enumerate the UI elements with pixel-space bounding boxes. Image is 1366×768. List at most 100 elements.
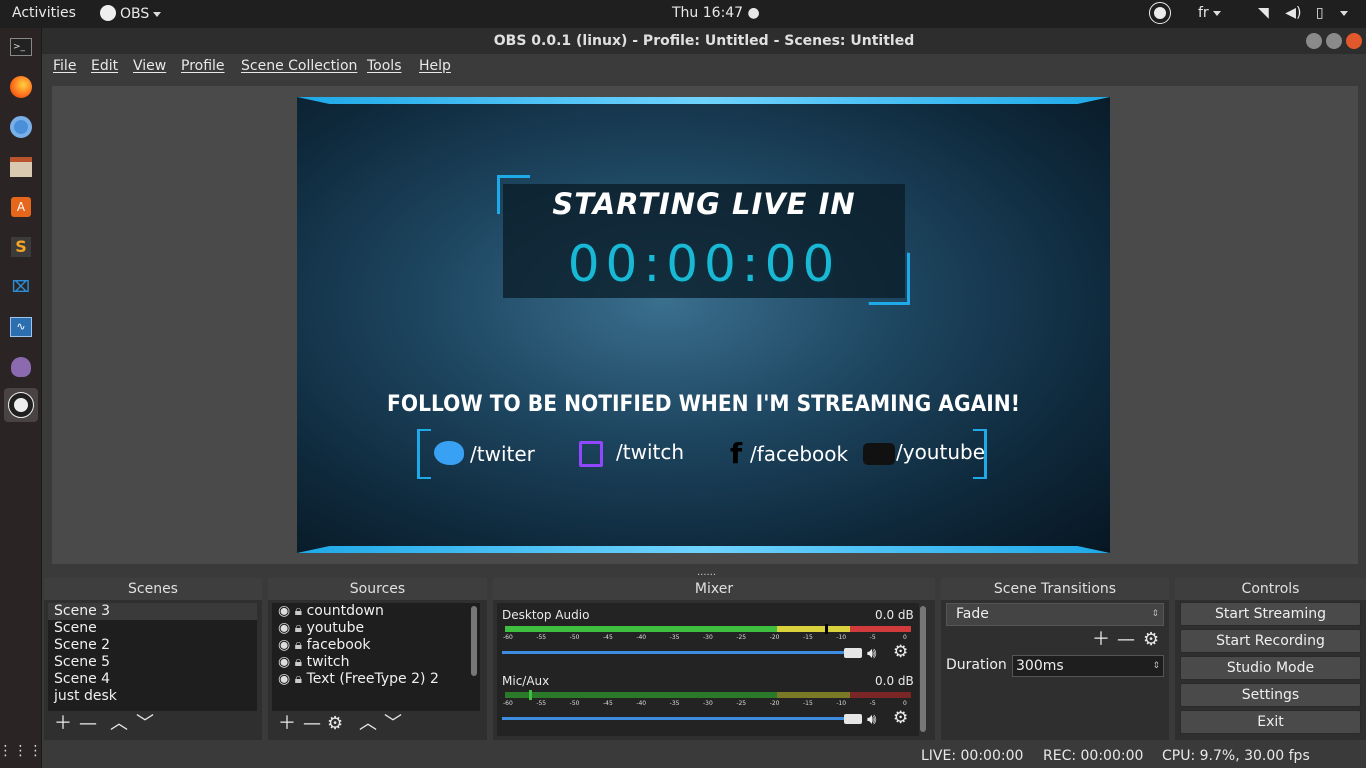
frame-bottom-bar	[297, 546, 1110, 553]
dock-splitter-handle[interactable]: ......	[697, 568, 716, 578]
scene-item[interactable]: Scene 5	[48, 654, 257, 671]
software-center-icon[interactable]: A	[4, 190, 38, 224]
remove-source-button[interactable]: —	[303, 715, 321, 733]
app-menu[interactable]: OBS	[100, 5, 162, 22]
menu-edit[interactable]: Edit	[91, 58, 118, 74]
pidgin-icon[interactable]	[4, 350, 38, 384]
source-item[interactable]: ◉ 🔒︎ countdown	[272, 603, 480, 620]
system-monitor-icon[interactable]: ∿	[4, 310, 38, 344]
lock-icon[interactable]: 🔒︎	[295, 620, 302, 636]
transition-properties-gear-icon[interactable]: ⚙	[1143, 631, 1159, 649]
lock-icon[interactable]: 🔒︎	[295, 637, 302, 653]
preview-canvas[interactable]: STARTING LIVE IN 00:00:00 FOLLOW TO BE N…	[297, 97, 1110, 553]
socials-bracket-left	[417, 429, 431, 479]
spinbox-arrows-icon[interactable]: ⇕	[1152, 656, 1160, 676]
menu-scene-collection[interactable]: Scene Collection	[241, 58, 357, 74]
meter-scale-tick: -5	[869, 634, 876, 641]
add-source-button[interactable]: ＋	[278, 715, 296, 733]
eye-icon[interactable]: ◉	[278, 637, 290, 653]
source-item[interactable]: ◉ 🔒︎ Text (FreeType 2) 2	[272, 671, 480, 688]
audio-settings-gear-icon[interactable]: ⚙	[893, 642, 908, 662]
keyboard-layout[interactable]: fr	[1198, 5, 1221, 21]
eye-icon[interactable]: ◉	[278, 603, 290, 619]
settings-button[interactable]: Settings	[1180, 683, 1361, 707]
duration-spinbox[interactable]: 300ms ⇕	[1012, 655, 1164, 677]
add-transition-button[interactable]: ＋	[1092, 631, 1110, 649]
close-icon[interactable]	[1346, 33, 1362, 49]
mixer-scrollbar[interactable]	[920, 606, 926, 732]
meter-scale-tick: -15	[803, 700, 813, 707]
scene-item[interactable]: Scene 3	[48, 603, 257, 620]
volume-slider-handle[interactable]	[844, 714, 862, 724]
source-label: twitch	[306, 654, 350, 670]
sublime-text-icon[interactable]: S	[4, 230, 38, 264]
meter-scale-tick: -20	[769, 700, 780, 707]
terminal-icon[interactable]: >_	[4, 30, 38, 64]
lock-icon[interactable]: 🔒︎	[295, 671, 302, 687]
countdown-timer: 00:00:00	[567, 235, 841, 293]
volume-meter-peak	[529, 690, 532, 700]
move-scene-up-button[interactable]: ︿	[110, 715, 128, 733]
scene-item[interactable]: Scene 2	[48, 637, 257, 654]
meter-scale-tick: -15	[803, 634, 813, 641]
move-source-up-button[interactable]: ︿	[359, 715, 377, 733]
chromium-icon[interactable]	[4, 110, 38, 144]
scenes-list[interactable]: Scene 3 Scene Scene 2 Scene 5 Scene 4 ju…	[48, 603, 257, 711]
obs-tray-icon[interactable]	[1149, 2, 1171, 27]
meter-scale-tick: -55	[536, 634, 547, 641]
lock-icon[interactable]: 🔒︎	[295, 654, 302, 670]
start-streaming-button[interactable]: Start Streaming	[1180, 602, 1361, 626]
lock-icon[interactable]: 🔒︎	[295, 603, 302, 619]
transition-select[interactable]: Fade ⇕	[946, 603, 1164, 626]
eye-icon[interactable]: ◉	[278, 671, 290, 687]
source-item[interactable]: ◉ 🔒︎ twitch	[272, 654, 480, 671]
menu-view[interactable]: View	[133, 58, 166, 74]
obs-dock-icon[interactable]	[4, 388, 38, 422]
sources-title: Sources	[268, 578, 487, 600]
studio-mode-button[interactable]: Studio Mode	[1180, 656, 1361, 680]
eye-icon[interactable]: ◉	[278, 654, 290, 670]
maximize-icon[interactable]	[1326, 33, 1342, 49]
system-status-menu[interactable]: ◥ ◀) ▯	[1258, 5, 1349, 21]
chevron-down-icon	[153, 11, 162, 17]
exit-button[interactable]: Exit	[1180, 710, 1361, 734]
show-applications-icon[interactable]: ⋮⋮⋮	[0, 734, 43, 768]
activities-button[interactable]: Activities	[12, 5, 76, 21]
files-icon[interactable]	[4, 150, 38, 184]
speaker-icon[interactable]: 🔊︎	[867, 710, 876, 728]
track-db: 0.0 dB	[875, 608, 914, 622]
eye-icon[interactable]: ◉	[278, 620, 290, 636]
speaker-icon[interactable]: 🔊︎	[867, 644, 876, 662]
source-properties-gear-icon[interactable]: ⚙	[327, 715, 343, 733]
firefox-icon[interactable]	[4, 70, 38, 104]
minimize-icon[interactable]	[1306, 33, 1322, 49]
audio-settings-gear-icon[interactable]: ⚙	[893, 708, 908, 728]
scene-item[interactable]: just desk	[48, 688, 257, 705]
sources-list[interactable]: ◉ 🔒︎ countdown ◉ 🔒︎ youtube ◉ 🔒︎ faceboo…	[272, 603, 480, 711]
menu-file[interactable]: File	[53, 58, 76, 74]
scene-item[interactable]: Scene	[48, 620, 257, 637]
volume-slider[interactable]	[502, 717, 844, 720]
move-scene-down-button[interactable]: ﹀	[136, 715, 154, 733]
meter-scale-tick: -5	[869, 700, 876, 707]
add-scene-button[interactable]: ＋	[54, 715, 72, 733]
menu-tools[interactable]: Tools	[367, 58, 402, 74]
vscode-icon[interactable]: ⌧	[4, 270, 38, 304]
clock[interactable]: Thu 16:47 ●	[672, 5, 760, 21]
meter-scale-tick: -10	[836, 634, 847, 641]
remove-transition-button[interactable]: —	[1117, 631, 1135, 649]
volume-slider[interactable]	[502, 651, 844, 654]
menu-profile[interactable]: Profile	[181, 58, 225, 74]
move-source-down-button[interactable]: ﹀	[384, 715, 402, 733]
source-label: Text (FreeType 2) 2	[306, 671, 439, 687]
source-item[interactable]: ◉ 🔒︎ youtube	[272, 620, 480, 637]
remove-scene-button[interactable]: —	[79, 715, 97, 733]
meter-scale-tick: -35	[669, 700, 680, 707]
scene-item[interactable]: Scene 4	[48, 671, 257, 688]
sources-scrollbar[interactable]	[471, 606, 477, 676]
volume-slider-handle[interactable]	[844, 648, 862, 658]
menu-help[interactable]: Help	[419, 58, 451, 74]
start-recording-button[interactable]: Start Recording	[1180, 629, 1361, 653]
youtube-icon	[863, 443, 895, 465]
source-item[interactable]: ◉ 🔒︎ facebook	[272, 637, 480, 654]
